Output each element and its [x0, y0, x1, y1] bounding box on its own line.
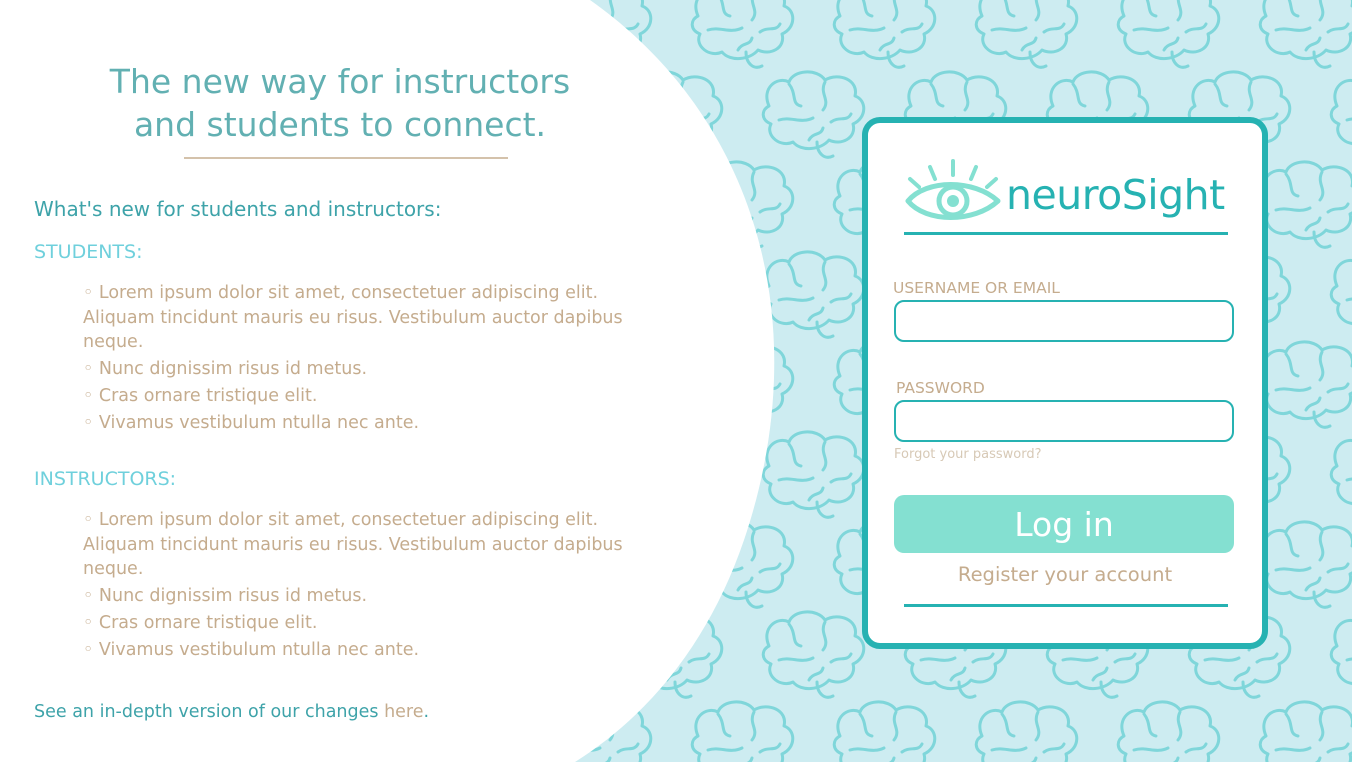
list-item: ◦ Cras ornare tristique elit. [83, 386, 318, 406]
see-more-text: See an in-depth version of our changes h… [34, 702, 429, 722]
changes-here-link[interactable]: here [384, 702, 423, 722]
see-more-suffix: . [423, 702, 430, 722]
tagline-divider [184, 157, 508, 159]
see-more-prefix: See an in-depth version of our changes [34, 702, 385, 722]
whats-new-heading: What's new for students and instructors: [34, 197, 442, 221]
instructors-list: ◦ Lorem ipsum dolor sit amet, consectetu… [83, 508, 643, 665]
brand-name: neuroSight [1006, 171, 1225, 219]
eye-icon [905, 159, 1001, 220]
students-heading: STUDENTS: [34, 241, 143, 263]
instructors-heading: INSTRUCTORS: [34, 468, 177, 490]
list-item: ◦ Vivamus vestibulum ntulla nec ante. [83, 413, 420, 433]
register-link[interactable]: Register your account [868, 563, 1262, 586]
list-item: ◦ Lorem ipsum dolor sit amet, consectetu… [83, 510, 623, 579]
password-label: PASSWORD [896, 379, 985, 397]
login-card: neuroSight USERNAME OR EMAIL PASSWORD Fo… [862, 117, 1268, 649]
forgot-password-link[interactable]: Forgot your password? [894, 447, 1042, 462]
list-item: ◦ Lorem ipsum dolor sit amet, consectetu… [83, 283, 623, 352]
username-label: USERNAME OR EMAIL [893, 279, 1060, 297]
username-input[interactable] [894, 300, 1234, 342]
tagline-line-2: and students to connect. [133, 105, 547, 144]
tagline-line-1: The new way for instructors [109, 62, 571, 101]
info-column: The new way for instructors and students… [0, 0, 740, 762]
list-item: ◦ Nunc dignissim risus id metus. [83, 359, 368, 379]
list-item: ◦ Vivamus vestibulum ntulla nec ante. [83, 640, 420, 660]
list-item: ◦ Nunc dignissim risus id metus. [83, 586, 368, 606]
list-item: ◦ Cras ornare tristique elit. [83, 613, 318, 633]
logo-divider [904, 232, 1228, 235]
login-button[interactable]: Log in [894, 495, 1234, 553]
password-input[interactable] [894, 400, 1234, 442]
bottom-divider [904, 604, 1228, 607]
students-list: ◦ Lorem ipsum dolor sit amet, consectetu… [83, 281, 643, 438]
tagline: The new way for instructors and students… [40, 60, 640, 146]
